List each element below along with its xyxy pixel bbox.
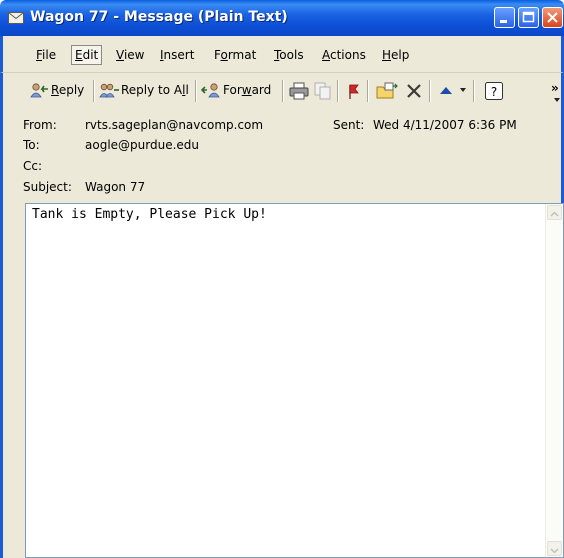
menu-file[interactable]: File	[33, 46, 59, 64]
forward-accel: w	[241, 83, 252, 97]
close-icon	[547, 12, 558, 23]
maximize-button[interactable]	[518, 7, 539, 28]
standard-toolbar: Reply Reply to All Forward ? »	[0, 72, 564, 108]
reply-all-label: l	[185, 83, 189, 97]
reply-label: eply	[58, 83, 85, 97]
menu-file-label: ile	[42, 48, 57, 62]
cc-label: Cc:	[23, 159, 43, 173]
flag-icon[interactable]	[346, 82, 360, 100]
forward-label: ard	[251, 83, 272, 97]
menu-tools-label: ools	[279, 48, 304, 62]
reply-accel: R	[51, 83, 59, 97]
move-to-folder-icon[interactable]	[376, 82, 398, 100]
menu-actions-label: ctions	[330, 48, 366, 62]
scroll-down-button[interactable]	[547, 541, 562, 556]
chevron-down-icon	[550, 548, 559, 554]
menu-edit-accel: E	[75, 48, 83, 62]
copy-icon[interactable]	[314, 82, 332, 100]
toolbar-separator	[429, 80, 431, 102]
menu-format-accel: o	[220, 48, 228, 62]
menu-view[interactable]: View	[113, 46, 147, 64]
vertical-scrollbar[interactable]	[545, 204, 563, 557]
subject-label: Subject:	[23, 180, 72, 194]
message-body[interactable]: Tank is Empty, Please Pick Up!	[25, 203, 564, 558]
toolbar-separator	[195, 80, 197, 102]
menu-actions[interactable]: Actions	[319, 46, 369, 64]
menu-help[interactable]: Help	[379, 46, 412, 64]
forward-label-pre: For	[223, 83, 242, 97]
menu-actions-accel: A	[322, 48, 330, 62]
subject-value: Wagon 77	[85, 180, 146, 194]
minimize-icon	[500, 20, 507, 23]
toolbar-separator	[282, 80, 284, 102]
chevron-down-icon	[554, 98, 560, 102]
message-header: From: rvts.sageplan@navcomp.com Sent: We…	[0, 108, 564, 200]
scroll-up-button[interactable]	[547, 205, 562, 220]
menu-view-label: iew	[123, 48, 145, 62]
menu-tools[interactable]: Tools	[271, 46, 307, 64]
menu-format[interactable]: Format	[211, 46, 259, 64]
reply-button[interactable]: Reply	[29, 80, 89, 100]
forward-icon	[201, 83, 220, 98]
to-label: To:	[23, 138, 40, 152]
reply-all-label-pre: Reply to A	[121, 83, 183, 97]
from-label: From:	[23, 118, 57, 132]
dropdown-arrow-icon[interactable]	[459, 86, 467, 94]
message-window: Wagon 77 - Message (Plain Text) File Edi…	[0, 0, 564, 558]
from-value[interactable]: rvts.sageplan@navcomp.com	[85, 118, 263, 132]
menu-help-label: elp	[391, 48, 410, 62]
message-body-frame: Tank is Empty, Please Pick Up!	[0, 200, 564, 558]
toolbar-separator	[93, 80, 95, 102]
menu-help-accel: H	[382, 48, 392, 62]
reply-icon	[30, 83, 48, 98]
menu-insert[interactable]: Insert	[157, 46, 197, 64]
close-button[interactable]	[542, 7, 563, 28]
print-icon[interactable]	[289, 82, 309, 100]
svg-text:?: ?	[491, 85, 497, 99]
reply-all-button[interactable]: Reply to All	[99, 80, 191, 100]
delete-icon[interactable]	[405, 82, 423, 100]
sent-value: Wed 4/11/2007 6:36 PM	[373, 118, 517, 132]
forward-button[interactable]: Forward	[201, 80, 279, 100]
toolbar-separator	[473, 80, 475, 102]
menu-bar: File Edit View Insert Format Tools Actio…	[0, 36, 564, 72]
menu-insert-label: nsert	[163, 48, 195, 62]
minimize-button[interactable]	[494, 7, 515, 28]
menu-view-accel: V	[116, 48, 124, 62]
sent-label: Sent:	[333, 118, 365, 132]
toolbar-options-icon[interactable]: »	[551, 81, 559, 95]
envelope-icon	[8, 12, 24, 24]
toolbar-separator	[367, 80, 369, 102]
menu-format-label: rmat	[227, 48, 257, 62]
title-bar[interactable]: Wagon 77 - Message (Plain Text)	[0, 0, 564, 36]
maximize-icon	[522, 11, 535, 23]
menu-edit[interactable]: Edit	[71, 45, 103, 65]
reply-all-icon	[99, 83, 119, 98]
menu-edit-label: dit	[82, 48, 99, 62]
previous-item-icon[interactable]	[439, 84, 453, 96]
window-title: Wagon 77 - Message (Plain Text)	[30, 9, 288, 25]
chevron-up-icon	[550, 211, 559, 217]
message-body-text: Tank is Empty, Please Pick Up!	[32, 207, 267, 222]
toolbar-separator	[337, 80, 339, 102]
help-icon[interactable]: ?	[484, 81, 504, 101]
to-value[interactable]: aogle@purdue.edu	[85, 138, 199, 152]
